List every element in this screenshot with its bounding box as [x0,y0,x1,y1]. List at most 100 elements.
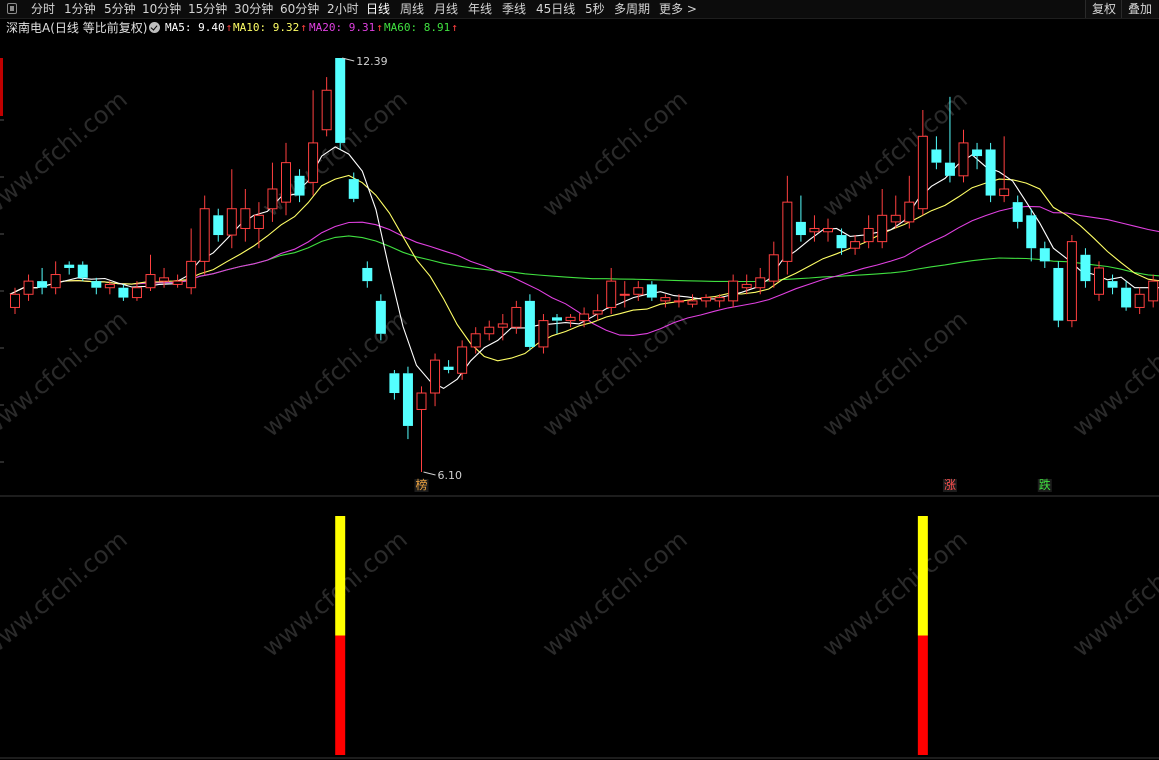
candle [416,386,427,472]
candle [308,90,319,196]
candle [497,314,508,341]
candle [348,172,359,203]
candle [240,188,251,242]
candle-body-down [972,149,983,157]
candle-body-down [1012,202,1023,222]
candle [430,353,441,407]
candle [118,284,129,301]
candle [402,366,413,440]
candle [389,369,400,400]
candle [999,136,1010,203]
candle [538,314,549,354]
candle-body-up [1094,267,1104,295]
candle-body-up [470,333,481,348]
candle-body-down [91,281,102,288]
candle-body-up [592,310,603,315]
candle-body-up [281,162,291,203]
candle-body-up [511,306,522,328]
candle-body-down [985,149,996,196]
candle [972,142,983,170]
candle [687,294,698,308]
candle [619,281,630,308]
candle-body-up [823,227,833,233]
watermark-text: www.cfchi.com [537,305,693,442]
candle [823,218,833,242]
signal-bar-bottom [917,635,928,755]
candle-body-up [50,274,61,289]
candle-body-up [714,297,725,302]
candle-body-down [795,221,806,236]
candle [186,228,197,295]
ma10-line [9,174,1159,362]
candle [362,261,373,288]
candle-body-up [958,142,969,177]
candle-body-up [877,214,888,243]
candle [145,254,156,291]
candle-body-up [917,135,928,210]
candle-body-down [552,317,562,321]
candle-body-up [606,280,617,308]
candle [321,77,332,137]
candle-body-up [497,323,508,328]
candle [592,294,603,321]
candle-body-up [999,188,1010,197]
candle [768,241,779,288]
candle [863,215,874,249]
candle [457,340,468,380]
candle [1134,287,1145,315]
candle-body-up [23,280,34,295]
candle-body-up [159,277,170,282]
candle [1094,261,1104,301]
watermark-text: www.cfchi.com [257,525,413,662]
ma60-line [9,235,1159,295]
candle-body-up [10,293,20,308]
candle-body-down [1026,215,1037,249]
candle [985,142,996,203]
candle-body-up [728,280,739,302]
candle [511,300,522,334]
candle-body-up [579,313,590,322]
signal-bar-top [917,516,928,636]
candle-body-up [890,214,901,223]
candle [646,281,657,301]
candle-body-up [768,254,779,282]
candle [782,175,793,275]
high-price-label: 12.39 [356,55,388,68]
candle-body-up [484,326,495,335]
candle [795,195,806,242]
candle-body-up [538,320,549,348]
candle-body-down [524,300,535,347]
candle-body-up [131,287,142,299]
candle-body-up [701,297,712,302]
candle-body-down [402,373,413,426]
candle-body-up [660,297,671,302]
candle-body-up [633,287,644,295]
watermark-text: www.cfchi.com [537,85,693,222]
candle-body-up [430,359,441,394]
candle [877,188,888,249]
candle [443,360,454,374]
candle [375,294,386,341]
candle [1107,274,1118,295]
watermark-text: www.cfchi.com [257,305,413,442]
candle [1039,241,1050,268]
candle-body-down [64,264,75,268]
candle-body-up [1066,241,1077,322]
candle-body-down [389,373,400,394]
watermark-text: www.cfchi.com [817,525,973,662]
kline-chart[interactable]: www.cfchi.com www.cfchi.com www.cfchi.com w… [0,0,1159,760]
candle [524,294,535,351]
candle [890,195,901,229]
candle-body-down [944,162,955,176]
candle-body-up [741,283,752,289]
candle [23,274,34,301]
candle-body-up [809,227,820,233]
candle-body-down [443,366,454,370]
candle [931,136,942,170]
candle-body-up [673,300,684,303]
candle-body-up [145,274,156,289]
candle-body-down [362,267,373,282]
candle-body-up [240,208,251,229]
candle-body-up [226,208,237,236]
candle [213,208,224,242]
